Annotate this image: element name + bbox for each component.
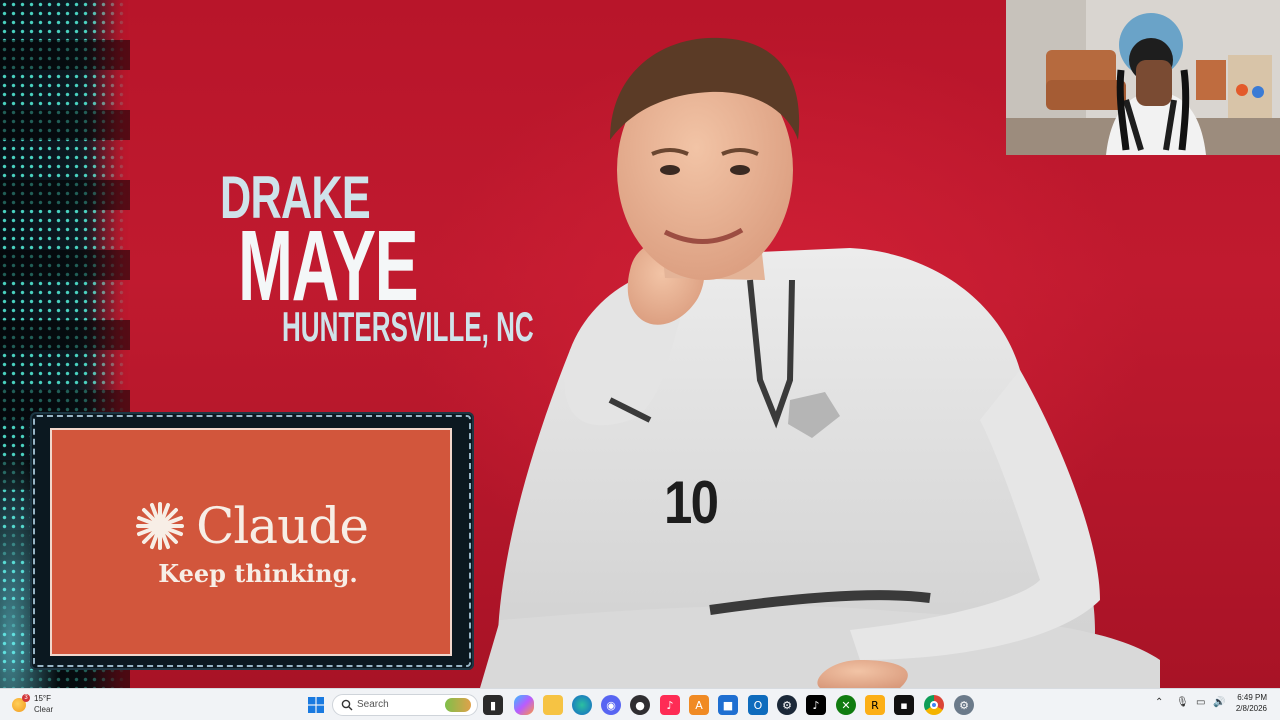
clock-time[interactable]: 6:49 PM bbox=[1237, 693, 1267, 702]
xbox-button[interactable]: ✕ bbox=[836, 695, 856, 715]
file-explorer-button[interactable] bbox=[543, 695, 563, 715]
obs-button[interactable]: ● bbox=[630, 695, 650, 715]
ad-brand-row: Claude bbox=[134, 496, 369, 555]
weather-widget[interactable]: 3 15°F Clear bbox=[10, 693, 70, 717]
gear-icon: ⚙ bbox=[959, 698, 969, 712]
outlook-button[interactable]: O bbox=[748, 695, 768, 715]
search-icon bbox=[341, 699, 353, 711]
ad-tagline: Keep thinking. bbox=[158, 558, 358, 588]
rockstar-icon: R bbox=[871, 698, 879, 712]
jersey-number: 10 bbox=[664, 469, 719, 536]
store-icon: ■ bbox=[722, 698, 734, 712]
search-highlight-icon bbox=[445, 698, 471, 712]
outlook-icon: O bbox=[753, 698, 763, 712]
chrome-icon bbox=[930, 701, 938, 709]
weather-notification-badge: 3 bbox=[22, 694, 30, 702]
game-icon: ▪ bbox=[900, 698, 908, 712]
game-app-button[interactable]: ▪ bbox=[894, 695, 914, 715]
weather-condition: Clear bbox=[34, 705, 54, 714]
weather-temperature: 15°F bbox=[34, 694, 51, 703]
player-hometown: HUNTERSVILLE, NC bbox=[282, 303, 534, 350]
steam-icon: ⚙ bbox=[782, 698, 792, 712]
app-a-button[interactable]: A bbox=[689, 695, 709, 715]
xbox-icon: ✕ bbox=[841, 698, 851, 712]
rockstar-button[interactable]: R bbox=[865, 695, 885, 715]
tiktok-button[interactable]: ♪ bbox=[806, 695, 826, 715]
task-view-icon: ▮ bbox=[489, 698, 497, 712]
chevron-up-icon[interactable]: ⌃ bbox=[1155, 697, 1163, 708]
obs-icon: ● bbox=[635, 698, 645, 712]
player-name-graphic: DRAKE MAYE HUNTERSVILLE, NC bbox=[220, 168, 534, 358]
search-placeholder: Search bbox=[357, 699, 389, 710]
player-last-name: MAYE bbox=[238, 210, 419, 322]
steam-button[interactable]: ⚙ bbox=[777, 695, 797, 715]
copilot-button[interactable] bbox=[514, 695, 534, 715]
a-app-icon: A bbox=[695, 698, 703, 712]
start-button[interactable] bbox=[306, 695, 326, 715]
tiktok-icon: ♪ bbox=[812, 698, 820, 712]
tiktok-studio-button[interactable]: ♪ bbox=[660, 695, 680, 715]
discord-button[interactable]: ◉ bbox=[601, 695, 621, 715]
ad-brand-name: Claude bbox=[196, 496, 369, 555]
sponsor-ad-card: Claude Keep thinking. bbox=[50, 428, 452, 656]
windows-taskbar: 3 15°F Clear Search ▮ ◉ ● ♪ A ■ O ⚙ ♪ ✕ … bbox=[0, 688, 1280, 720]
task-view-button[interactable]: ▮ bbox=[483, 695, 503, 715]
microphone-icon[interactable]: 🎙 bbox=[1176, 697, 1189, 708]
taskbar-search[interactable]: Search bbox=[332, 694, 478, 716]
clock-date[interactable]: 2/8/2026 bbox=[1236, 704, 1267, 713]
discord-icon: ◉ bbox=[606, 698, 616, 712]
edge-button[interactable] bbox=[572, 695, 592, 715]
speaker-icon[interactable]: 🔊 bbox=[1213, 697, 1225, 708]
store-button[interactable]: ■ bbox=[718, 695, 738, 715]
windows-logo-icon bbox=[308, 697, 324, 713]
sponsor-ad-frame: Claude Keep thinking. bbox=[30, 412, 474, 670]
webcam-overlay bbox=[1006, 0, 1280, 155]
chrome-button[interactable] bbox=[924, 695, 944, 715]
starburst-icon bbox=[136, 501, 185, 550]
video-frame: 10 DRAKE MAYE HUNTERSVILLE, NC Claude Ke… bbox=[0, 0, 1280, 688]
display-icon[interactable]: ▭ bbox=[1196, 697, 1205, 708]
settings-button[interactable]: ⚙ bbox=[954, 695, 974, 715]
tiktok-icon: ♪ bbox=[666, 698, 674, 712]
